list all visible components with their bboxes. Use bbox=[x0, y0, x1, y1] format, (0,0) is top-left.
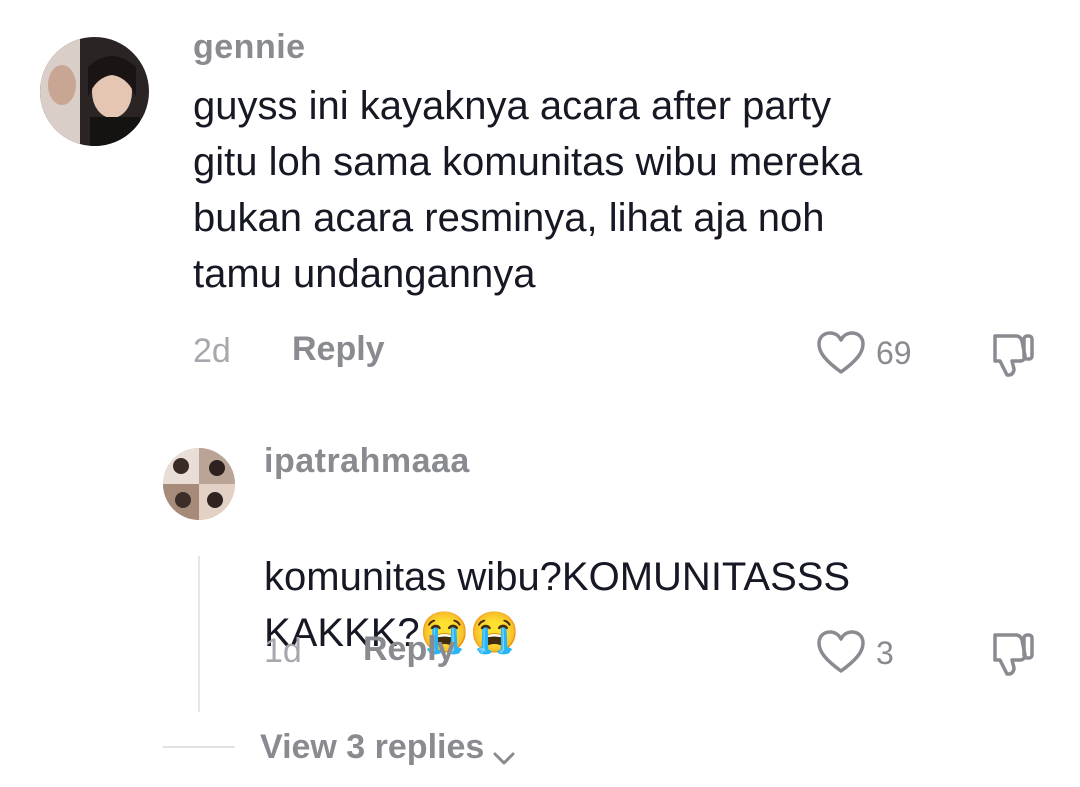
like-count: 3 bbox=[876, 635, 894, 671]
view-replies-button[interactable]: View 3 replies bbox=[260, 728, 516, 767]
reply-text-content: komunitas wibu?KOMUNITASSS KAKKK? bbox=[264, 555, 851, 655]
view-replies-label: View 3 replies bbox=[260, 728, 485, 766]
heart-outline-icon[interactable] bbox=[816, 629, 866, 675]
reply-button[interactable]: Reply bbox=[363, 630, 456, 669]
chevron-down-icon bbox=[492, 738, 516, 764]
comment-timestamp: 2d bbox=[193, 332, 231, 370]
avatar-ipatrahmaaa[interactable] bbox=[163, 448, 235, 520]
heart-outline-icon[interactable] bbox=[816, 330, 866, 376]
thread-line bbox=[198, 556, 200, 712]
thumbs-down-icon[interactable] bbox=[990, 330, 1036, 378]
thumbs-down-icon[interactable] bbox=[990, 629, 1036, 677]
avatar-gennie[interactable] bbox=[40, 37, 149, 146]
comment-username[interactable]: gennie bbox=[193, 28, 306, 67]
view-replies-divider bbox=[163, 746, 235, 748]
reply-username[interactable]: ipatrahmaaa bbox=[264, 442, 470, 481]
reply-timestamp: 1d bbox=[264, 632, 302, 670]
crying-face-emoji: 😭 bbox=[469, 611, 520, 655]
comment-text: guyss ini kayaknya acara after party git… bbox=[193, 84, 863, 296]
reply-button[interactable]: Reply bbox=[292, 330, 385, 369]
like-count: 69 bbox=[876, 335, 912, 371]
